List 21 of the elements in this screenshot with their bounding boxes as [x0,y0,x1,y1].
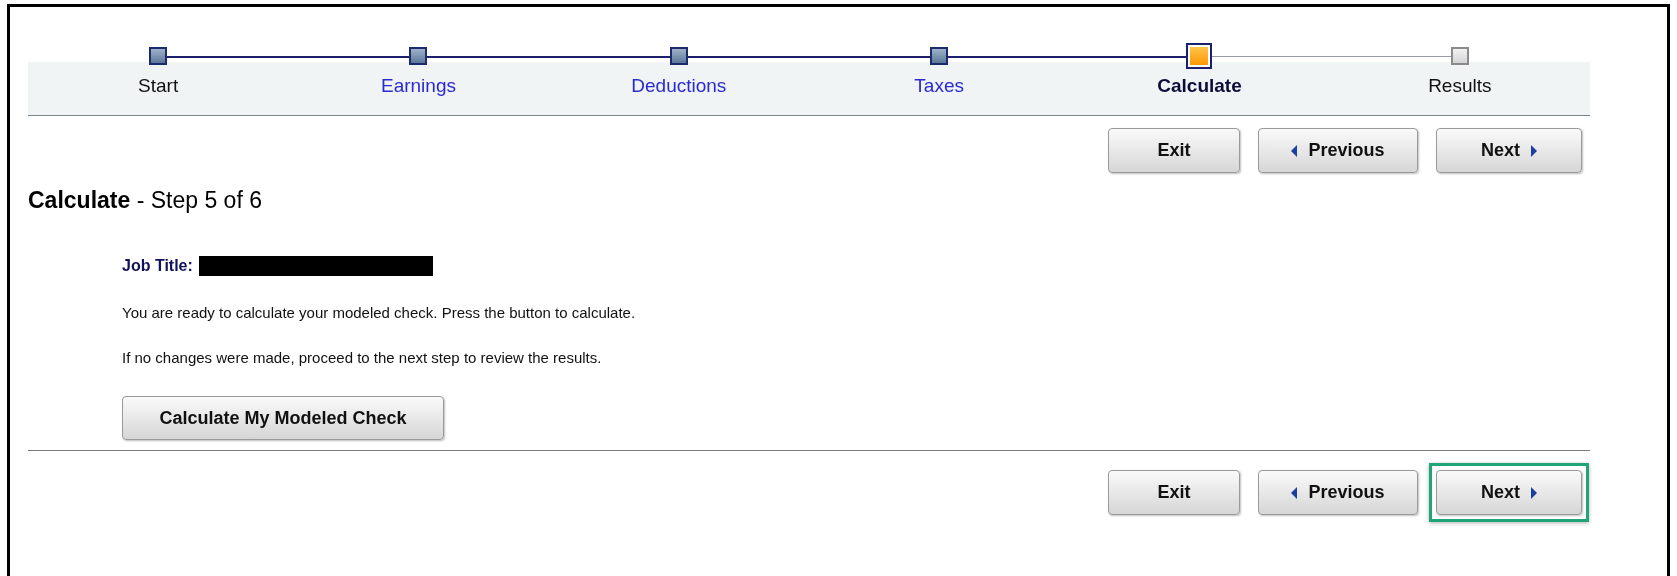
step-link[interactable]: Taxes [914,75,964,97]
chevron-right-icon [1530,144,1537,157]
step-label: Start [138,75,179,97]
chevron-left-icon [1291,144,1299,157]
step-label: Calculate [1157,75,1242,97]
instruction-text: If no changes were made, proceed to the next step to review the results. [122,349,603,366]
step-label: Results [1428,75,1492,97]
instruction-text: You are ready to calculate your modeled check. Press the button to calculate. [122,304,637,321]
chevron-right-icon [1530,486,1537,499]
calculate-button[interactable]: Calculate My Modeled Check [122,396,444,440]
step-link[interactable]: Earnings [381,75,456,97]
page-heading: Calculate - Step 5 of 6 [28,187,263,214]
step-link[interactable]: Deductions [631,75,727,97]
chevron-left-icon [1291,486,1299,499]
previous-button[interactable]: Previous [1258,128,1418,173]
exit-button[interactable]: Exit [1108,470,1240,515]
job-title-label: Job Title: [122,257,193,275]
next-button[interactable]: Next [1436,128,1582,173]
exit-button[interactable]: Exit [1108,128,1240,173]
next-button[interactable]: Next [1436,470,1582,515]
previous-button[interactable]: Previous [1258,470,1418,515]
